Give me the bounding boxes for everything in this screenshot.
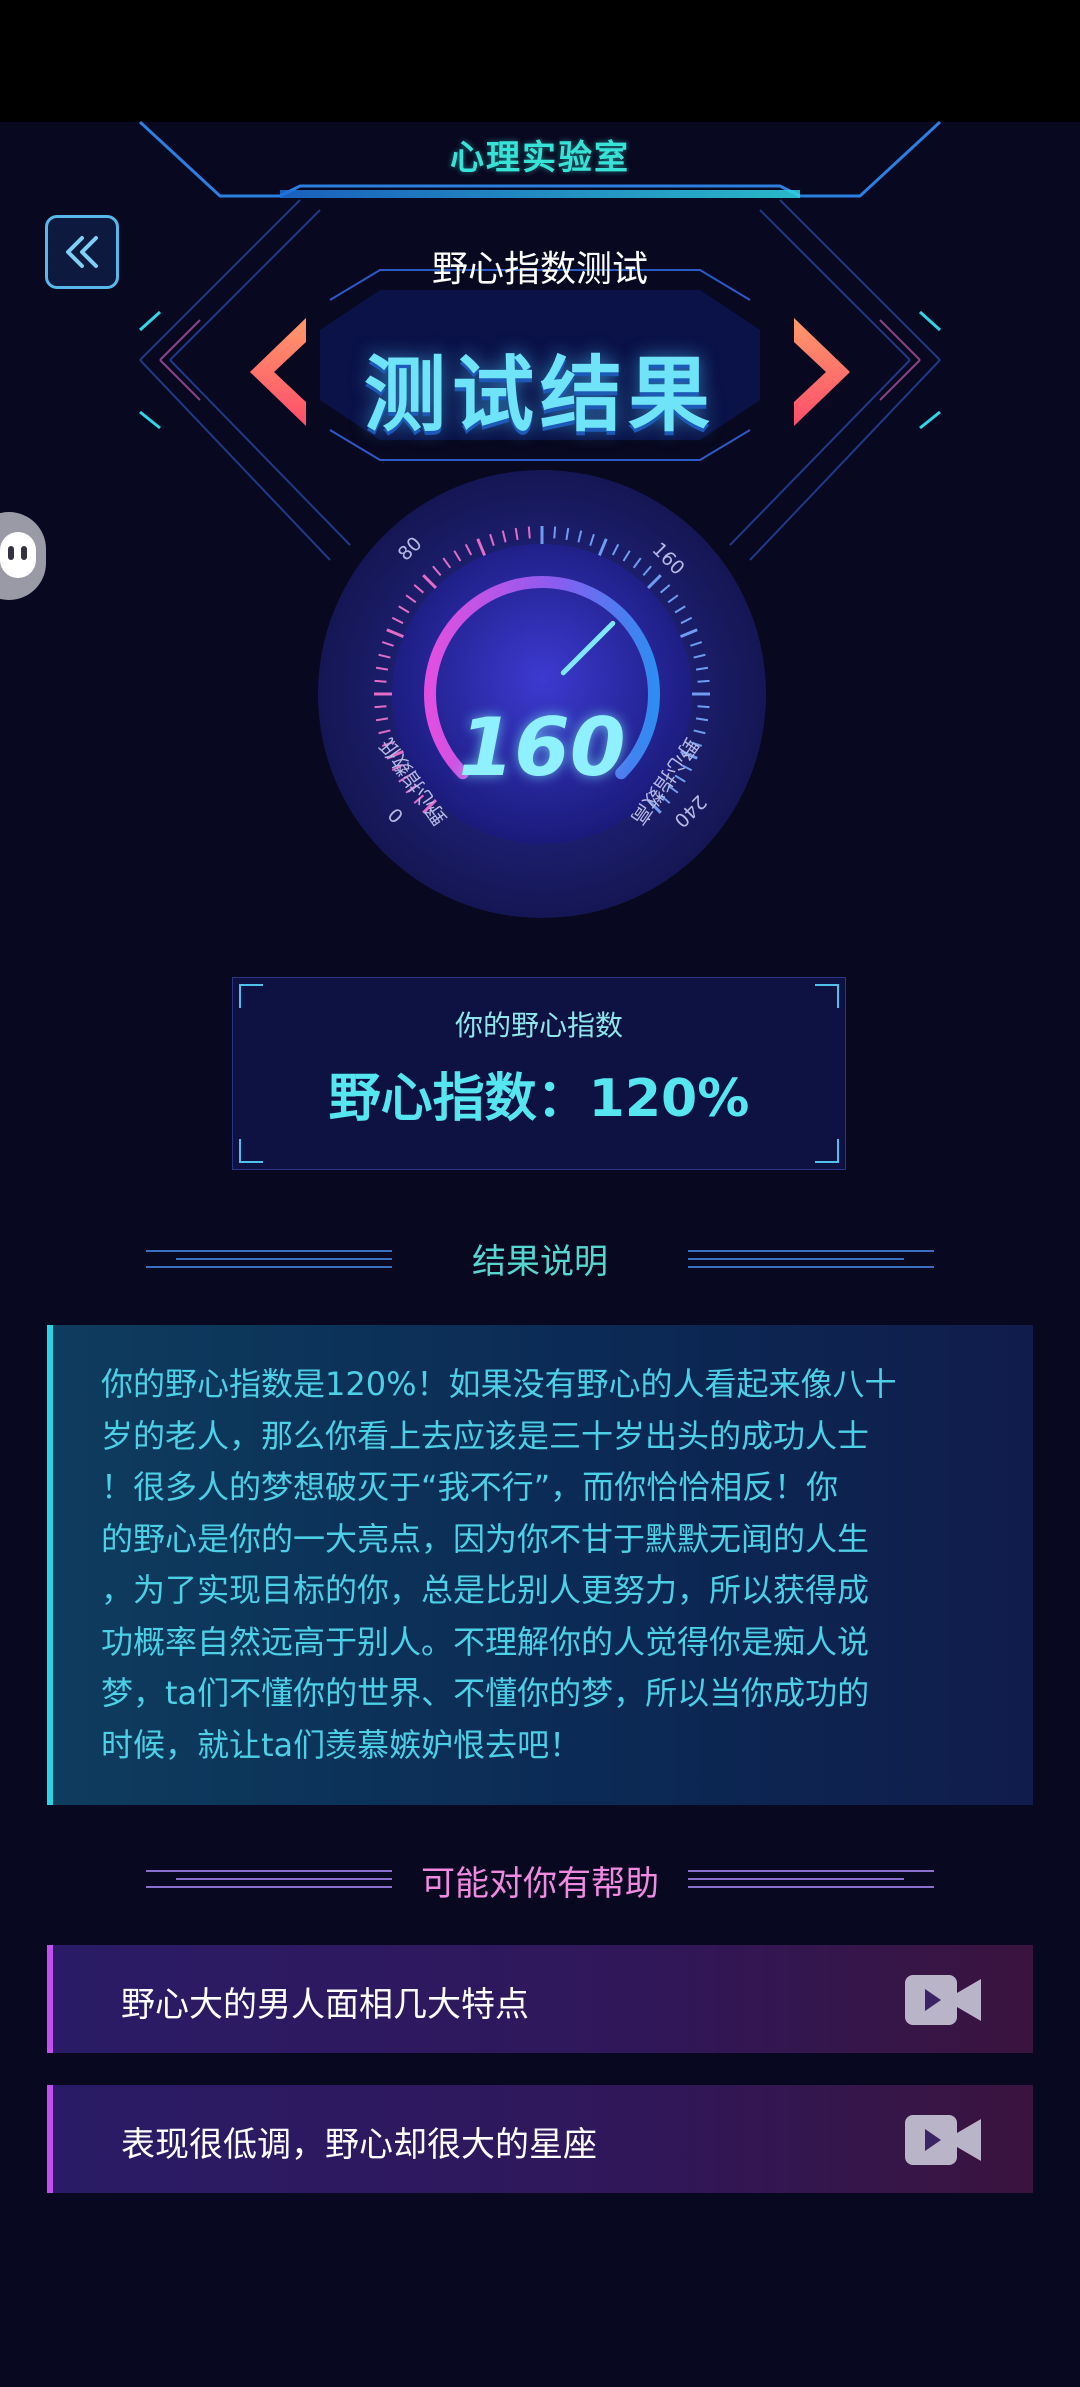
status-bar [0,0,1080,122]
section-lines-right [688,1244,934,1274]
score-caption: 你的野心指数 [454,1009,623,1042]
recommended-article-1[interactable]: 野心大的男人面相几大特点 [47,1945,1033,2053]
video-camera-icon [905,1975,981,2025]
recommended-article-2[interactable]: 表现很低调，野心却很大的星座 [47,2085,1033,2193]
help-lines-right [688,1864,934,1894]
recommended-article-title: 野心大的男人面相几大特点 [121,1985,529,2025]
score-card: 你的野心指数 野心指数：120% [232,977,846,1170]
score-value: 野心指数：120% [328,1069,750,1129]
gauge-tick-mark [697,679,710,683]
assistant-floating-tab[interactable] [0,512,46,600]
gauge-tick-mark [527,526,531,539]
result-description-text: 你的野心指数是120%！如果没有野心的人看起来像八十 岁的老人，那么你看上去应该… [101,1365,897,1764]
ambition-gauge: 160 80 160 0 240 野心指数低 野心指数高 [316,468,768,920]
chevron-right-icon [794,318,850,426]
app-brand-title: 心理实验室 [450,138,630,178]
gauge-tick-mark [374,679,387,683]
prev-arrow[interactable] [250,318,306,426]
gauge-tick-mark [553,526,557,539]
test-name: 野心指数测试 [431,249,648,290]
result-description-box: 你的野心指数是120%！如果没有野心的人看起来像八十 岁的老人，那么你看上去应该… [47,1325,1033,1805]
video-camera-icon [905,2115,981,2165]
page-title: 测试结果 [363,348,716,443]
recommended-article-title: 表现很低调，野心却很大的星座 [121,2125,597,2165]
next-arrow[interactable] [794,318,850,426]
robot-icon [0,532,36,578]
chevron-left-icon [250,318,306,426]
